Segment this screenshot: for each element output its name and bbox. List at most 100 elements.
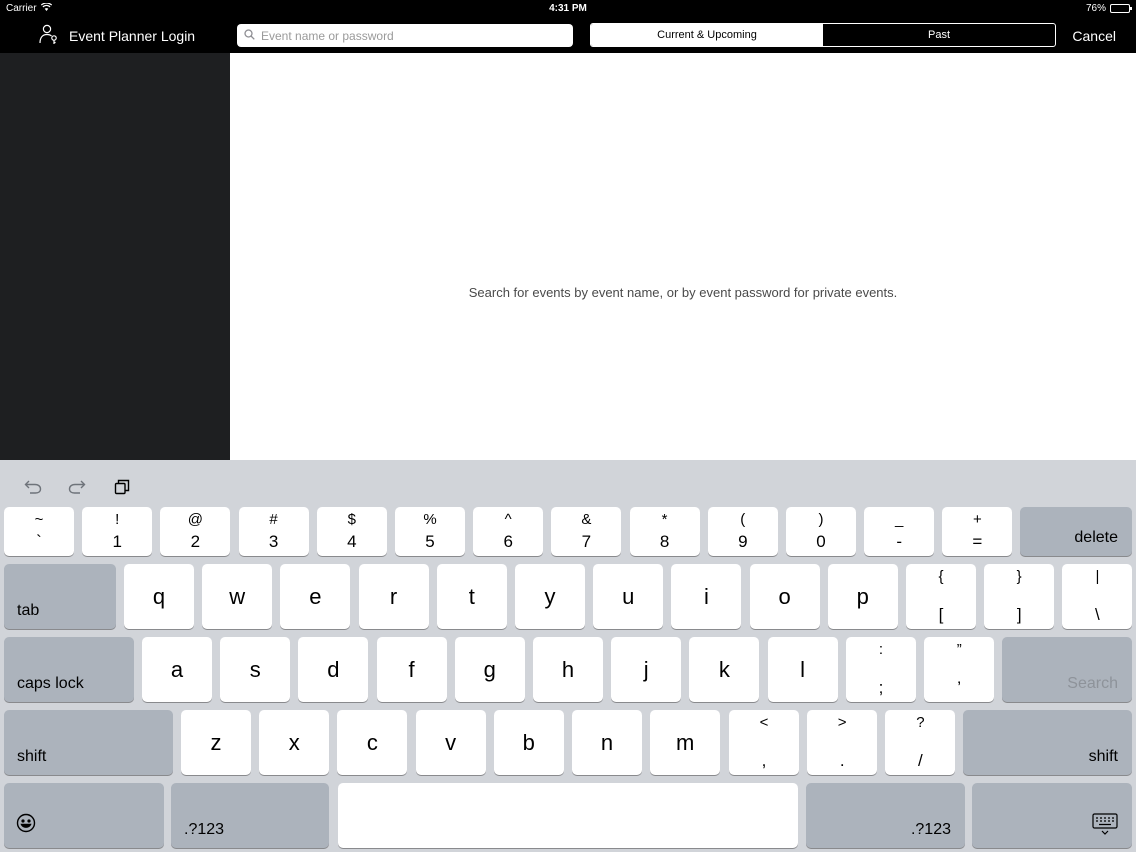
caps-lock-key[interactable]: caps lock [4, 637, 134, 702]
key-symbol-2-shift-label: } [1016, 568, 1022, 585]
key-11[interactable]: _ - [864, 507, 935, 556]
key-letter-y[interactable]: y [515, 564, 585, 629]
key-3[interactable]: #3 [238, 507, 309, 556]
caps-lock-key-label: caps lock [17, 675, 84, 692]
key-8-label: 8 [659, 532, 670, 551]
key-5[interactable]: % 5 [395, 507, 465, 556]
search-field[interactable] [237, 24, 573, 47]
key-letter-k[interactable]: k [689, 637, 760, 702]
key-8[interactable]: * 8 [629, 507, 700, 556]
search-input[interactable] [261, 28, 561, 43]
right-numbers-key[interactable]: .?123 [806, 783, 965, 848]
key-1[interactable]: ! 1 [82, 507, 153, 556]
emoji-icon [16, 813, 36, 838]
right-shift-key[interactable]: shift [963, 710, 1132, 775]
key-symbol-6-shift-label: < [759, 714, 769, 731]
key-4[interactable]: $4 [316, 507, 387, 556]
emoji-key[interactable] [4, 783, 164, 848]
key-symbol-3-shift-label: | [1095, 568, 1100, 585]
key-letter-r[interactable]: r [358, 564, 429, 629]
key-letter-y-label: y [544, 583, 556, 609]
key-letter-v[interactable]: v [415, 710, 486, 775]
key-letter-x[interactable]: x [259, 710, 330, 775]
key-letter-a[interactable]: a [142, 637, 212, 702]
person-key-icon [38, 23, 60, 48]
key-letter-g[interactable]: g [454, 637, 525, 702]
key-letter-u[interactable]: u [593, 564, 664, 629]
key-letter-p[interactable]: p [827, 564, 898, 629]
key-symbol-2-label: ] [1016, 605, 1022, 624]
key-letter-b-label: b [522, 729, 535, 755]
key-symbol-4[interactable]: :; [846, 637, 916, 702]
space-bar[interactable] [338, 783, 798, 848]
key-letter-m[interactable]: m [650, 710, 721, 775]
key-letter-h[interactable]: h [533, 637, 603, 702]
key-letter-s[interactable]: s [220, 637, 291, 702]
key-5-shift-label: % [423, 511, 437, 528]
key-symbol-8[interactable]: ? / [885, 710, 956, 775]
key-10[interactable]: ) 0 [786, 507, 856, 556]
key-12[interactable]: + = [942, 507, 1013, 556]
key-letter-a-label: a [170, 656, 184, 682]
key-9[interactable]: (9 [707, 507, 778, 556]
key-symbol-6[interactable]: <, [729, 710, 799, 775]
key-0[interactable]: ~ ` [4, 507, 74, 556]
key-symbol-2[interactable]: }] [984, 564, 1055, 629]
right-shift-key-label: shift [1088, 748, 1118, 765]
paste-icon[interactable] [112, 477, 132, 497]
event-planner-login-button[interactable]: Event Planner Login [38, 18, 195, 53]
delete-key-label: delete [1074, 529, 1118, 546]
key-symbol-7[interactable]: >. [807, 710, 878, 775]
key-7[interactable]: & 7 [551, 507, 622, 556]
key-symbol-1[interactable]: {[ [906, 564, 976, 629]
status-bar: Carrier 4:31 PM 76% [0, 0, 1136, 18]
key-letter-w[interactable]: w [202, 564, 273, 629]
key-symbol-4-label: ; [878, 678, 884, 697]
on-screen-keyboard: ~ `! 1 @2 #3 $4% 5 ^ 6 & 7 * 8(9) 0 _ - + = delete tab qw… [0, 460, 1136, 852]
key-symbol-3[interactable]: | \ [1062, 564, 1133, 629]
key-6[interactable]: ^ 6 [473, 507, 544, 556]
tab-key-label: tab [17, 602, 40, 619]
key-letter-f-label: f [408, 656, 415, 682]
key-9-label: 9 [738, 532, 748, 551]
key-letter-d[interactable]: d [298, 637, 369, 702]
key-letter-s-label: s [249, 656, 261, 682]
key-letter-q[interactable]: q [124, 564, 194, 629]
redo-icon[interactable] [67, 477, 87, 497]
key-letter-c[interactable]: c [337, 710, 408, 775]
key-letter-d-label: d [327, 656, 340, 682]
left-numbers-key[interactable]: .?123 [171, 783, 329, 848]
search-key[interactable]: Search [1002, 637, 1132, 702]
key-letter-i[interactable]: i [671, 564, 742, 629]
key-5-label: 5 [425, 532, 435, 551]
key-letter-e[interactable]: e [280, 564, 351, 629]
dismiss-keyboard-key[interactable] [972, 783, 1132, 848]
cancel-button[interactable]: Cancel [1072, 18, 1116, 53]
key-symbol-5-label: ’ [957, 678, 962, 697]
delete-key[interactable]: delete [1020, 507, 1132, 556]
key-letter-z[interactable]: z [181, 710, 251, 775]
key-letter-t[interactable]: t [436, 564, 507, 629]
key-2[interactable]: @2 [160, 507, 231, 556]
key-letter-o[interactable]: o [749, 564, 820, 629]
left-shift-key[interactable]: shift [4, 710, 173, 775]
key-letter-l[interactable]: l [767, 637, 838, 702]
key-symbol-7-shift-label: > [837, 714, 847, 731]
key-letter-n[interactable]: n [572, 710, 642, 775]
right-numbers-key-label: .?123 [910, 821, 951, 838]
key-12-label: = [972, 532, 983, 551]
tab-key[interactable]: tab [4, 564, 116, 629]
key-3-shift-label: # [269, 511, 278, 528]
key-letter-w-label: w [229, 583, 246, 609]
key-letter-f[interactable]: f [376, 637, 447, 702]
segment-current-upcoming[interactable]: Current & Upcoming [591, 24, 823, 46]
key-letter-x-label: x [288, 729, 300, 755]
key-10-label: 0 [816, 532, 826, 551]
key-letter-b[interactable]: b [493, 710, 564, 775]
key-symbol-3-label: \ [1095, 605, 1100, 624]
segment-past[interactable]: Past [823, 24, 1055, 46]
undo-icon[interactable] [23, 477, 43, 497]
search-icon [244, 27, 255, 45]
key-letter-j[interactable]: j [611, 637, 682, 702]
key-symbol-5[interactable]: ”’ [924, 637, 995, 702]
